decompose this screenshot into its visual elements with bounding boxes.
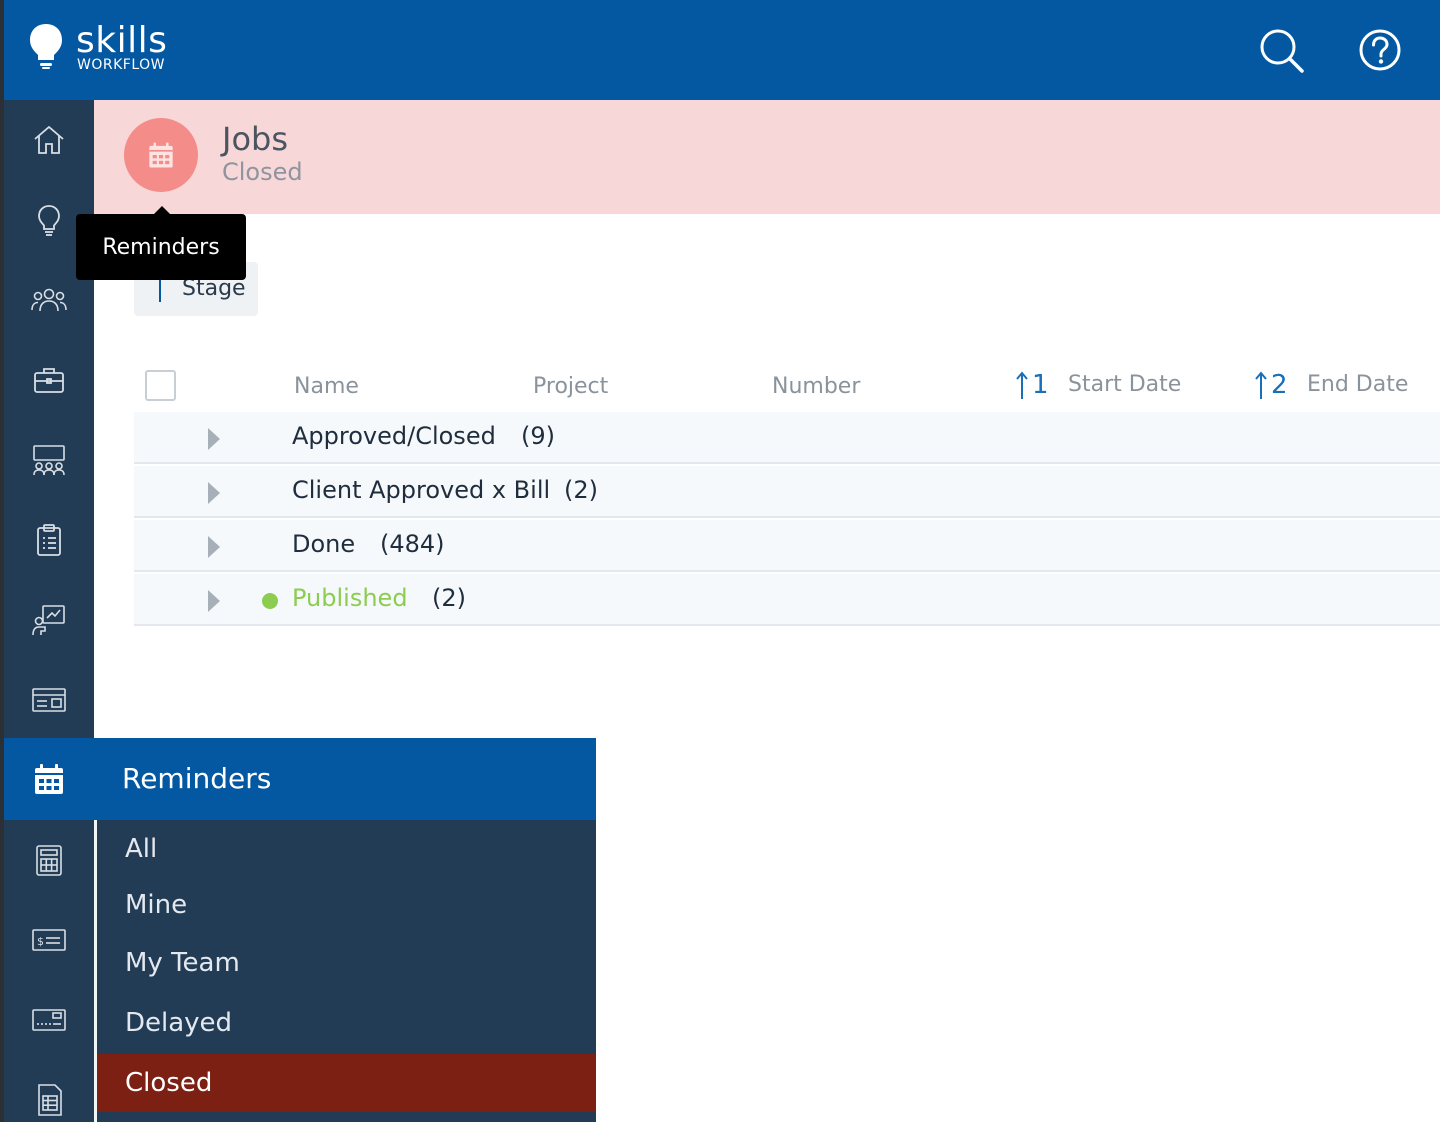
group-count: (2)	[564, 476, 598, 504]
reminders-menu-header[interactable]: Reminders	[94, 738, 596, 820]
calendar-icon	[149, 142, 173, 168]
briefcase-icon	[34, 368, 64, 393]
sort-ascending-icon	[1016, 371, 1028, 399]
column-header-project[interactable]: Project	[533, 374, 608, 399]
sidebar-item-budget[interactable]	[4, 820, 94, 900]
payment-icon	[32, 1009, 66, 1031]
svg-text:$: $	[37, 935, 44, 948]
presentation-icon	[32, 605, 65, 636]
menu-item-all[interactable]: All	[97, 820, 596, 878]
sidebar-item-sheets[interactable]	[4, 1060, 94, 1122]
sort-order: 2	[1271, 370, 1288, 400]
column-header-end-date[interactable]: End Date	[1307, 372, 1408, 397]
status-dot	[262, 593, 278, 609]
reminders-menu-title: Reminders	[122, 762, 272, 795]
logo-subtitle: WORKFLOW	[77, 57, 165, 73]
menu-item-delayed[interactable]: Delayed	[97, 994, 596, 1052]
search-button[interactable]	[1256, 25, 1306, 75]
search-icon	[1260, 29, 1304, 73]
sidebar-item-reports[interactable]	[4, 580, 94, 660]
start-date-sort-indicator[interactable]: 1	[1016, 370, 1049, 400]
expand-caret-icon[interactable]	[208, 428, 220, 450]
team-icon	[31, 288, 67, 312]
table-row[interactable]: Published (2)	[134, 574, 1440, 626]
column-header-start-date[interactable]: Start Date	[1068, 372, 1181, 397]
expand-caret-icon[interactable]	[208, 536, 220, 558]
group-count: (2)	[432, 584, 466, 612]
sidebar-item-cards[interactable]	[4, 660, 94, 740]
page-subtitle: Closed	[222, 158, 303, 186]
column-header-number[interactable]: Number	[772, 374, 860, 399]
lightbulb-icon	[38, 205, 60, 236]
sidebar-item-payments[interactable]	[4, 980, 94, 1060]
group-name: Published	[292, 584, 408, 612]
expand-caret-icon[interactable]	[208, 482, 220, 504]
sidebar-item-home[interactable]	[4, 100, 94, 180]
card-icon	[32, 688, 66, 712]
tooltip-text: Reminders	[102, 234, 220, 260]
board-icon	[33, 445, 65, 476]
group-name: Client Approved x Bill	[292, 476, 551, 504]
sort-ascending-icon	[1255, 371, 1267, 399]
sidebar-item-invoices[interactable]: $	[4, 900, 94, 980]
sidebar-item-tasks[interactable]	[4, 500, 94, 580]
page-header: Jobs Closed	[94, 100, 1440, 214]
menu-item-closed[interactable]: Closed	[97, 1054, 596, 1112]
expand-caret-icon[interactable]	[208, 590, 220, 612]
top-bar: skills WORKFLOW	[0, 0, 1440, 100]
table-row[interactable]: Done (484)	[134, 520, 1440, 572]
menu-item-mine[interactable]: Mine	[97, 876, 596, 934]
group-count: (484)	[380, 530, 445, 558]
reminders-menu: All Mine My Team Delayed Closed	[94, 820, 596, 1122]
calendar-icon	[35, 764, 63, 794]
page-avatar	[124, 118, 198, 192]
table-row[interactable]: Client Approved x Bill (2)	[134, 466, 1440, 518]
select-all-checkbox[interactable]	[145, 370, 176, 401]
lightbulb-logo-icon	[30, 24, 62, 69]
column-header-name[interactable]: Name	[294, 374, 359, 399]
calculator-icon	[36, 845, 62, 876]
page-title: Jobs	[222, 120, 288, 158]
reminders-tooltip: Reminders	[76, 206, 246, 280]
clipboard-icon	[37, 524, 61, 556]
table-row[interactable]: Approved/Closed (9)	[134, 412, 1440, 464]
help-icon	[1359, 29, 1401, 71]
group-name: Done	[292, 530, 356, 558]
group-name: Approved/Closed	[292, 422, 496, 450]
menu-item-my-team[interactable]: My Team	[97, 934, 596, 992]
sidebar-item-meetings[interactable]	[4, 420, 94, 500]
help-button[interactable]	[1356, 25, 1406, 75]
sidebar-item-reminders[interactable]	[4, 738, 94, 820]
window-edge	[0, 0, 4, 100]
logo-name: skills	[76, 20, 168, 61]
group-count: (9)	[521, 422, 555, 450]
app-logo[interactable]: skills WORKFLOW	[28, 20, 167, 73]
sort-order: 1	[1032, 370, 1049, 400]
invoice-icon: $	[32, 929, 66, 951]
sidebar-item-clients[interactable]	[4, 340, 94, 420]
drag-handle	[159, 278, 161, 302]
spreadsheet-icon	[38, 1084, 62, 1116]
end-date-sort-indicator[interactable]: 2	[1255, 370, 1288, 400]
home-icon	[34, 125, 64, 154]
